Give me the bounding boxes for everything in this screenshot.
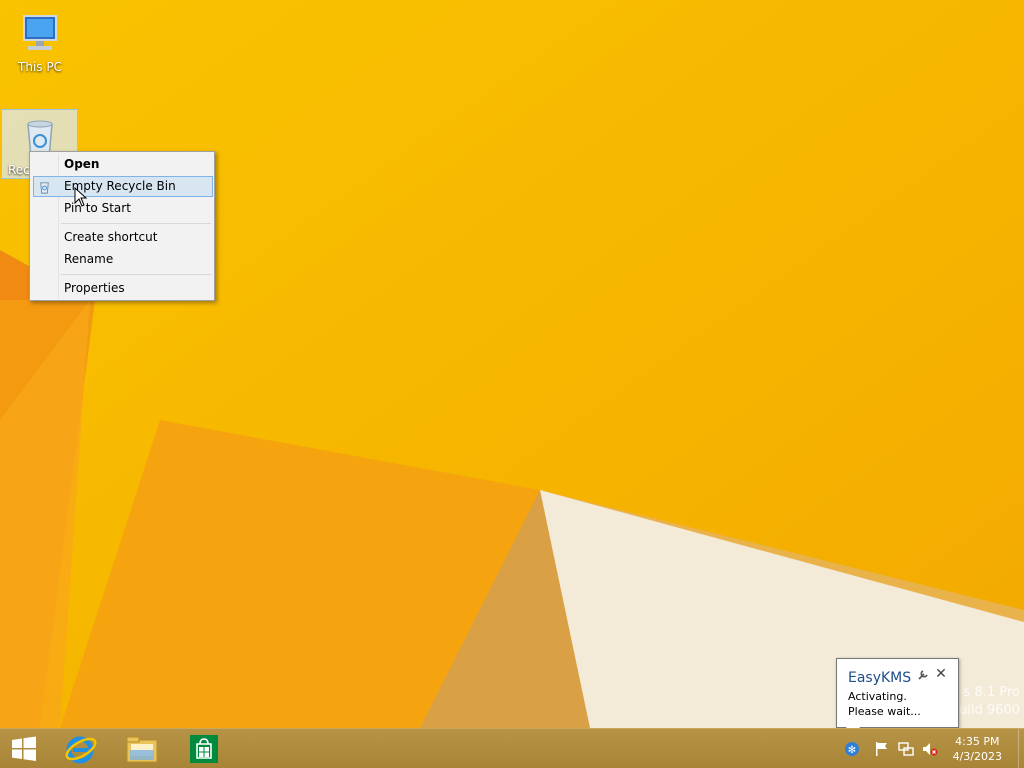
clock-time: 4:35 PM: [955, 735, 1000, 748]
watermark-edition: s 8.1 Pro: [963, 685, 1020, 700]
desktop-icon-label: This PC: [18, 60, 62, 74]
file-explorer-button[interactable]: [118, 732, 166, 766]
network-icon[interactable]: [898, 741, 914, 757]
file-explorer-icon: [126, 736, 158, 763]
menu-item-properties[interactable]: Properties: [33, 278, 213, 299]
recycle-bin-small-icon: [40, 182, 49, 194]
menu-item-rename[interactable]: Rename: [33, 249, 213, 270]
desktop-wallpaper: [0, 0, 1024, 728]
taskbar-clock[interactable]: 4:35 PM 4/3/2023: [953, 734, 1002, 764]
menu-item-open[interactable]: Open: [33, 154, 213, 175]
notification-balloon[interactable]: EasyKMS ✕ Activating. Please wait...: [836, 658, 959, 728]
clock-date: 4/3/2023: [952, 750, 1002, 763]
computer-icon: [23, 15, 57, 50]
windows-store-icon: [190, 735, 218, 763]
context-menu: Open Empty Recycle Bin Pin to Start Crea…: [29, 151, 215, 301]
notification-message-line: Activating.: [848, 690, 907, 703]
windows-store-button[interactable]: [180, 732, 228, 766]
volume-muted-icon[interactable]: [922, 741, 938, 757]
svg-text:✻: ✻: [848, 745, 856, 756]
action-center-flag-icon[interactable]: [874, 741, 890, 757]
edition-watermark: s 8.1 Pro uild 9600: [959, 684, 1020, 720]
notification-message-line: Please wait...: [848, 705, 921, 718]
wrench-icon[interactable]: [917, 669, 929, 681]
notification-title: EasyKMS: [848, 670, 912, 686]
taskbar: ✻ 4:35 PM 4/3/2023: [0, 728, 1024, 768]
mouse-cursor-icon: [74, 187, 88, 207]
menu-separator: [61, 223, 211, 224]
start-button[interactable]: [0, 732, 48, 766]
desktop-icon-label: Rec: [8, 163, 30, 177]
internet-explorer-icon: [65, 736, 97, 764]
menu-item-pin-to-start[interactable]: Pin to Start: [33, 198, 213, 219]
show-desktop-button[interactable]: [1018, 729, 1024, 768]
easykms-icon[interactable]: ✻: [844, 741, 860, 757]
menu-separator: [61, 274, 211, 275]
internet-explorer-button[interactable]: [57, 732, 105, 766]
watermark-build: uild 9600: [959, 703, 1020, 718]
desktop-icon-this-pc[interactable]: This PC: [2, 4, 78, 74]
menu-item-create-shortcut[interactable]: Create shortcut: [33, 227, 213, 248]
close-icon[interactable]: ✕: [934, 666, 948, 682]
menu-item-empty-recycle-bin[interactable]: Empty Recycle Bin: [33, 176, 213, 197]
start-windows-icon: [12, 736, 36, 761]
